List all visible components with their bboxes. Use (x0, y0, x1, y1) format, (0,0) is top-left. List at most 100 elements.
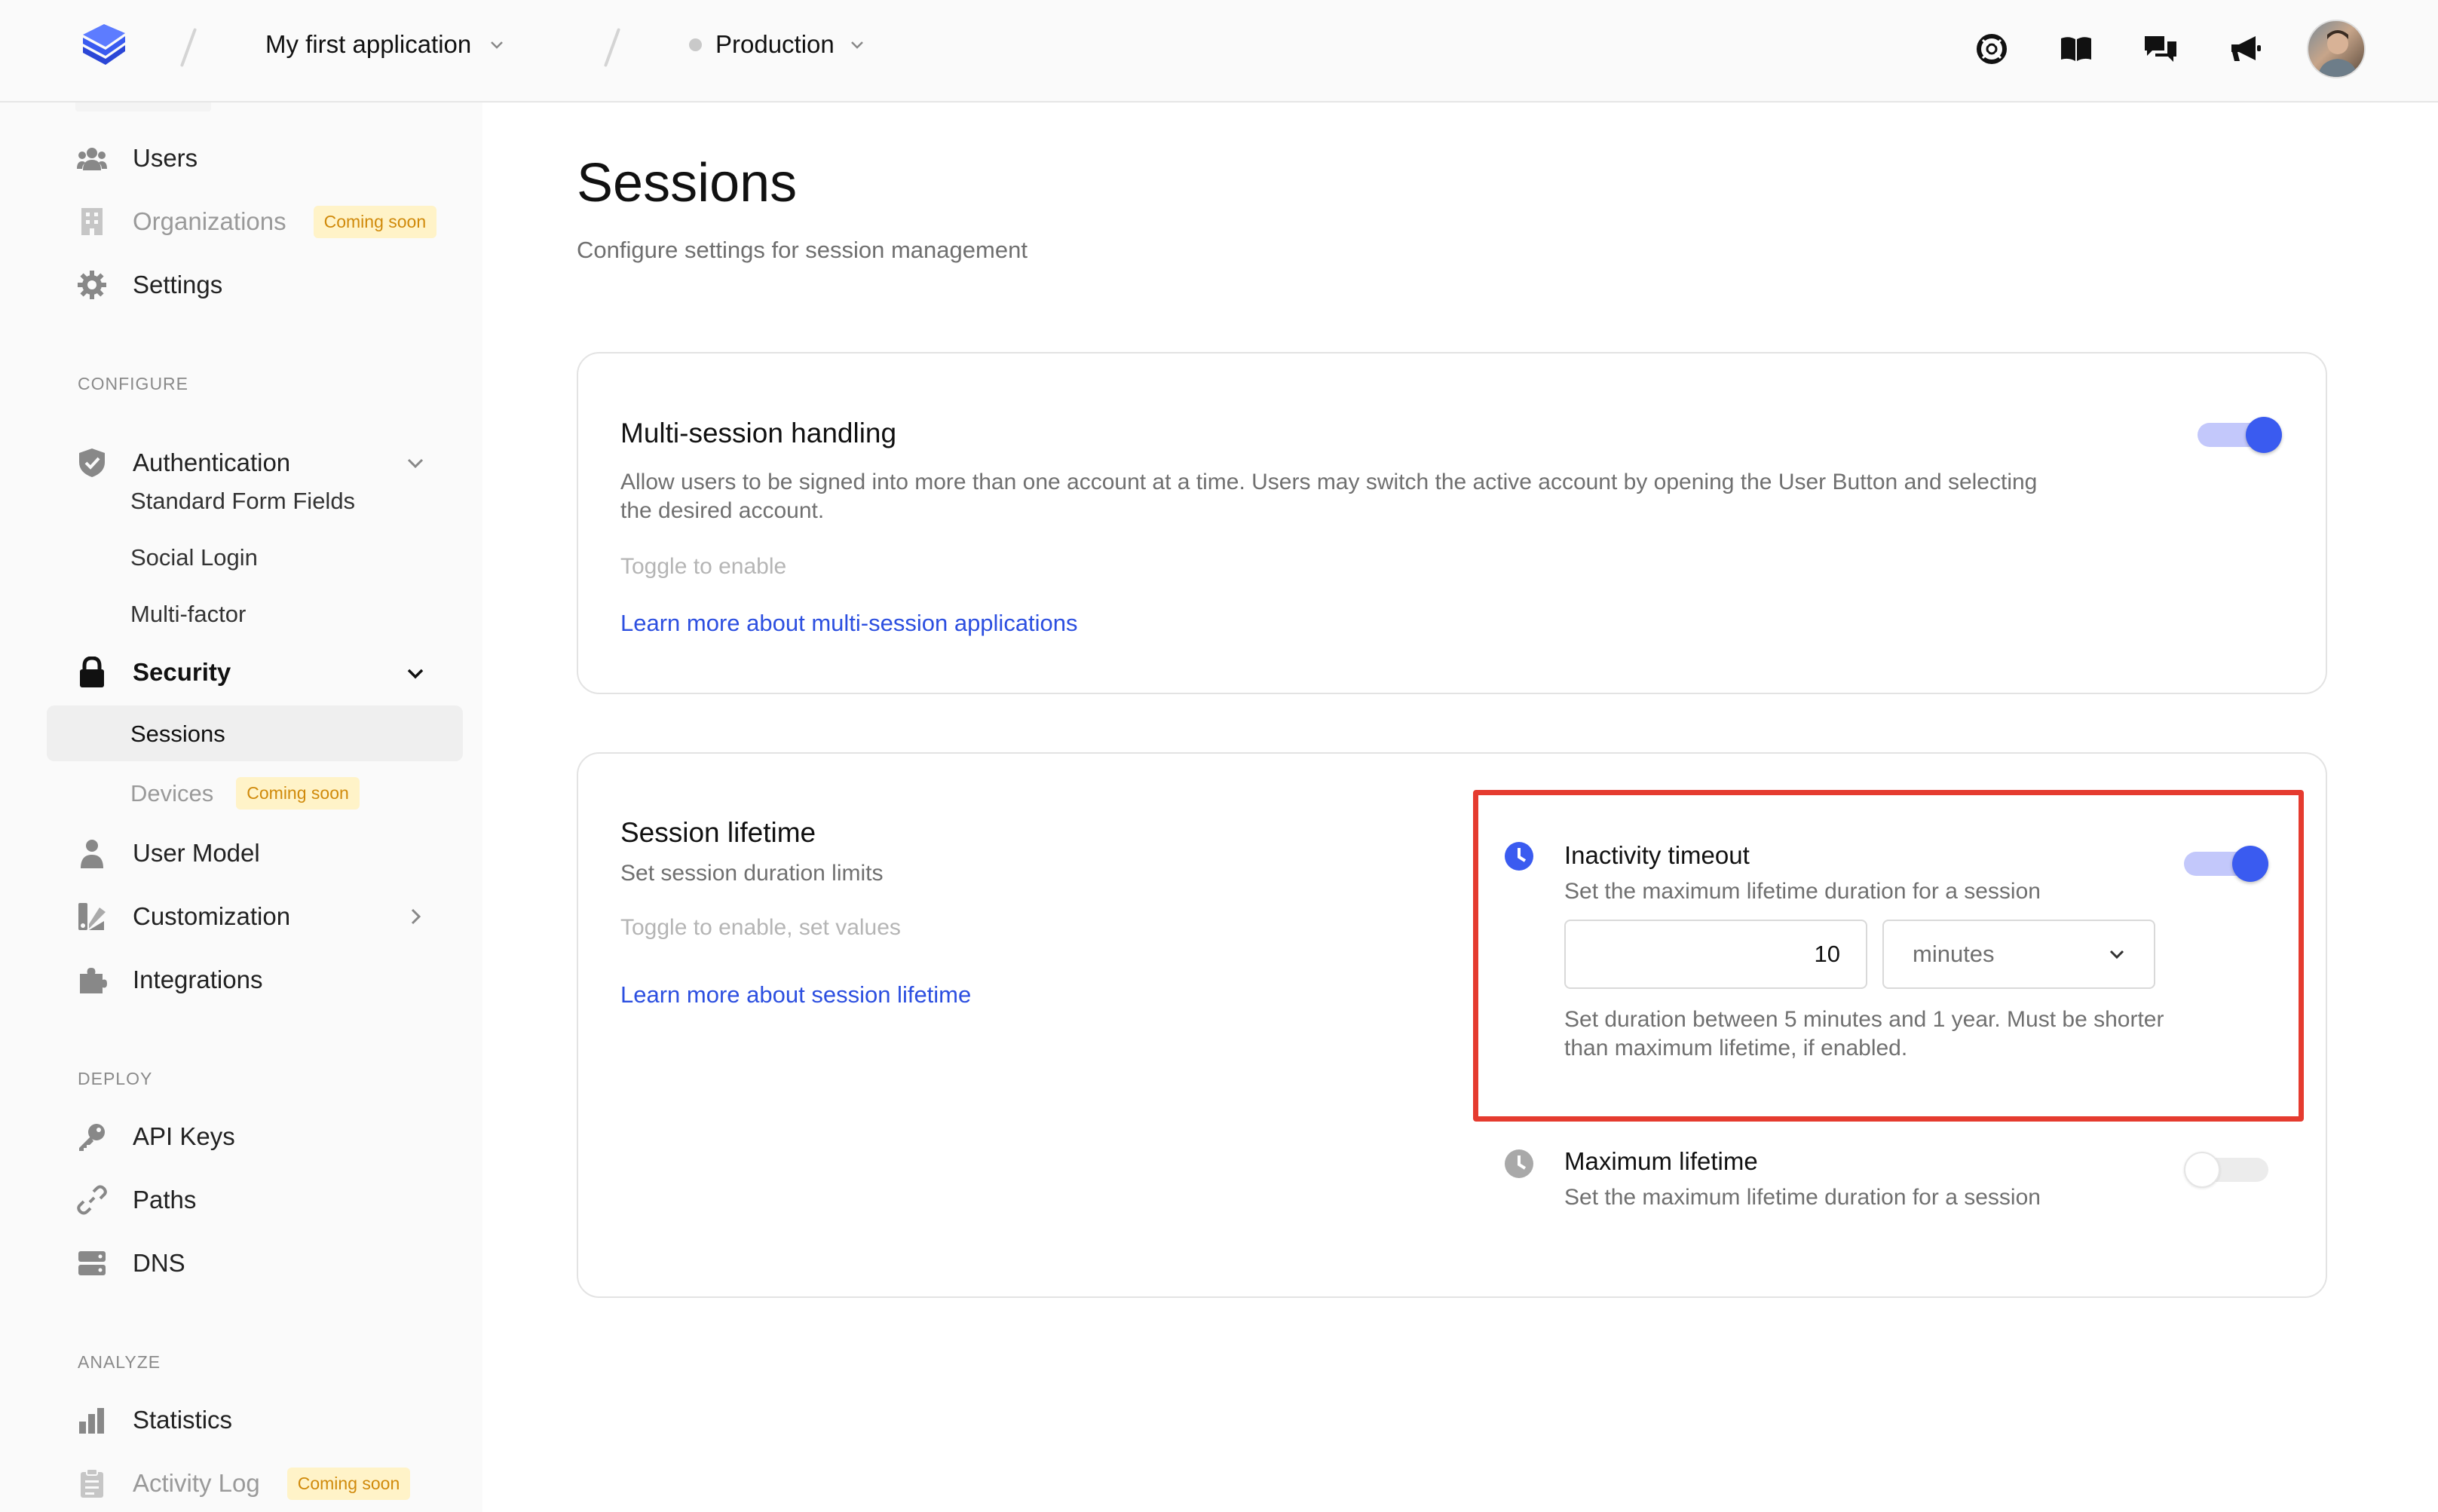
multi-session-learn-more-link[interactable]: Learn more about multi-session applicati… (620, 610, 1078, 637)
sidebar-item-activity-log[interactable]: Activity Log Coming soon (75, 1461, 411, 1506)
toggle-knob (2184, 1152, 2220, 1188)
sidebar-item-social-login[interactable]: Social Login (130, 544, 258, 571)
sidebar-item-label: Authentication (133, 448, 291, 476)
session-lifetime-description: Set session duration limits (620, 861, 884, 886)
sidebar-item-label: Organizations (133, 207, 286, 235)
coming-soon-badge: Coming soon (286, 1467, 411, 1500)
chevron-down-icon[interactable] (404, 451, 427, 474)
application-switcher[interactable]: My first application (265, 30, 506, 59)
page-title: Sessions (577, 153, 798, 213)
breadcrumb-separator (603, 27, 621, 68)
clock-icon (1505, 842, 1533, 871)
sidebar-item-devices[interactable]: Devices Coming soon (130, 777, 360, 810)
sidebar-item-statistics[interactable]: Statistics (75, 1397, 232, 1443)
sidebar-item-label: Settings (133, 271, 223, 298)
link-icon (75, 1183, 109, 1217)
sidebar-item-api-keys[interactable]: API Keys (75, 1114, 235, 1159)
environment-switcher[interactable]: Production (689, 30, 866, 59)
inactivity-timeout-unit: minutes (1913, 941, 1995, 967)
multi-session-toggle[interactable] (2198, 417, 2282, 453)
environment-name: Production (715, 30, 835, 58)
server-icon (75, 1247, 109, 1280)
sidebar-active-highlight (47, 705, 463, 761)
sidebar-item-standard-form-fields[interactable]: Standard Form Fields (130, 488, 355, 515)
user-avatar[interactable] (2307, 20, 2366, 78)
session-lifetime-title: Session lifetime (620, 817, 816, 848)
chevron-down-icon[interactable] (404, 662, 427, 684)
inactivity-timeout-description: Set the maximum lifetime duration for a … (1564, 879, 2041, 904)
multi-session-description: Allow users to be signed into more than … (620, 470, 2038, 523)
multi-session-hint: Toggle to enable (620, 554, 787, 579)
sidebar-item-label: Statistics (133, 1406, 233, 1434)
puzzle-icon (75, 963, 109, 996)
sidebar-item-label: Security (133, 658, 231, 686)
sidebar-item-settings[interactable]: Settings (75, 262, 222, 308)
section-label-analyze: ANALYZE (78, 1352, 161, 1372)
gear-icon (75, 268, 109, 301)
section-label-configure: CONFIGURE (78, 374, 188, 393)
clock-icon (1505, 1149, 1533, 1178)
clipboard-icon (75, 1467, 109, 1500)
sidebar-item-label: API Keys (133, 1122, 235, 1150)
sidebar-item-multi-factor[interactable]: Multi-factor (130, 601, 246, 628)
multi-session-title: Multi-session handling (620, 418, 897, 448)
sidebar-item-security[interactable]: Security (75, 650, 231, 695)
sidebar-item-users[interactable]: Users (75, 136, 198, 181)
sidebar-item-customization[interactable]: Customization (75, 894, 290, 939)
paint-brush-icon (75, 900, 109, 933)
page-subtitle: Configure settings for session managemen… (577, 237, 1028, 263)
sidebar-item-integrations[interactable]: Integrations (75, 957, 262, 1002)
top-actions (1969, 20, 2366, 78)
sidebar-item-label: Activity Log (133, 1469, 260, 1497)
inactivity-timeout-title: Inactivity timeout (1564, 841, 1750, 869)
session-lifetime-card: Session lifetime Set session duration li… (577, 752, 2327, 1298)
inactivity-timeout-value-input[interactable]: 10 (1564, 920, 1867, 989)
application-name: My first application (265, 30, 472, 58)
shield-check-icon (75, 446, 109, 479)
sidebar-item-label: Devices (130, 779, 214, 807)
building-icon (75, 205, 109, 238)
sidebar-item-user-model[interactable]: User Model (75, 831, 260, 876)
session-lifetime-hint: Toggle to enable, set values (620, 915, 901, 940)
bar-chart-icon (75, 1403, 109, 1437)
chevron-right-icon[interactable] (404, 905, 427, 928)
coming-soon-badge: Coming soon (313, 205, 437, 238)
top-bar: My first application Production (0, 0, 2438, 103)
inactivity-timeout-value: 10 (1814, 941, 1840, 967)
multi-session-card: Multi-session handling Allow users to be… (577, 352, 2327, 694)
maximum-lifetime-toggle[interactable] (2184, 1152, 2268, 1188)
chevron-down-icon (2109, 950, 2124, 960)
inactivity-timeout-toggle[interactable] (2184, 846, 2268, 882)
sidebar-item-label: User Model (133, 839, 260, 867)
sidebar-item-dns[interactable]: DNS (75, 1241, 185, 1286)
app-logo-icon[interactable] (78, 23, 128, 69)
sidebar-item-paths[interactable]: Paths (75, 1177, 196, 1223)
maximum-lifetime-description: Set the maximum lifetime duration for a … (1564, 1185, 2041, 1210)
lock-icon (75, 656, 109, 689)
breadcrumb-separator (179, 27, 198, 68)
sidebar-item-label: Paths (133, 1186, 197, 1214)
sidebar-item-label: Users (133, 144, 198, 172)
toggle-knob (2246, 417, 2282, 453)
chat-icon[interactable] (2138, 26, 2183, 72)
users-icon (75, 142, 109, 175)
docs-book-icon[interactable] (2054, 26, 2099, 72)
section-label-deploy: DEPLOY (78, 1069, 153, 1088)
sidebar-item-label: Integrations (133, 966, 263, 993)
sidebar-item-sessions[interactable]: Sessions (130, 721, 225, 748)
inactivity-timeout-help: Set duration between 5 minutes and 1 yea… (1564, 1007, 2164, 1061)
key-icon (75, 1120, 109, 1153)
sidebar-item-organizations[interactable]: Organizations Coming soon (75, 199, 437, 244)
announcements-megaphone-icon[interactable] (2222, 26, 2268, 72)
chevron-down-icon (491, 41, 504, 49)
user-icon (75, 837, 109, 870)
support-icon[interactable] (1969, 26, 2014, 72)
sidebar-item-label: DNS (133, 1249, 185, 1277)
sidebar-item-authentication[interactable]: Authentication (75, 440, 290, 485)
sidebar: Users Organizations Coming soon Settings… (0, 93, 482, 1512)
inactivity-timeout-unit-select[interactable]: minutes (1882, 920, 2155, 989)
environment-status-dot (689, 38, 702, 51)
sidebar-item-label: Customization (133, 902, 291, 930)
session-lifetime-learn-more-link[interactable]: Learn more about session lifetime (620, 981, 971, 1009)
coming-soon-badge: Coming soon (236, 777, 360, 810)
